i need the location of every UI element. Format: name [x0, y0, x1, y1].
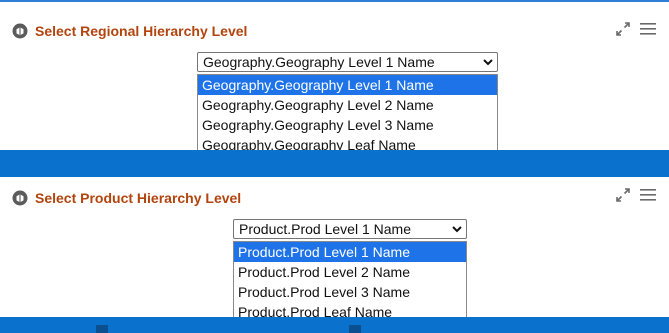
- hierarchy-level-select[interactable]: Geography.Geography Level 1 Name Geograp…: [197, 52, 498, 156]
- menu-icon[interactable]: [640, 22, 656, 41]
- chevron-down-icon: [452, 226, 462, 233]
- dropdown-option[interactable]: Geography.Geography Level 2 Name: [198, 95, 497, 115]
- select-current-value[interactable]: Product.Prod Level 1 Name: [233, 219, 467, 239]
- panel-title: Select Regional Hierarchy Level: [35, 23, 248, 39]
- dropdown-options: Geography.Geography Level 1 Name Geograp…: [197, 74, 498, 156]
- hierarchy-level-select[interactable]: Product.Prod Level 1 Name Product.Prod L…: [233, 219, 467, 323]
- chevron-down-icon: [483, 59, 493, 66]
- dropdown-option[interactable]: Geography.Geography Level 3 Name: [198, 115, 497, 135]
- select-current-value[interactable]: Geography.Geography Level 1 Name: [197, 52, 498, 72]
- info-circle-icon[interactable]: [12, 190, 28, 206]
- dropdown-options: Product.Prod Level 1 Name Product.Prod L…: [233, 241, 467, 323]
- panel-controls: [616, 188, 666, 207]
- dropdown-option[interactable]: Product.Prod Level 3 Name: [234, 282, 466, 302]
- section-divider-band: [0, 317, 669, 333]
- dropdown-option[interactable]: Product.Prod Level 2 Name: [234, 262, 466, 282]
- info-circle-icon[interactable]: [12, 23, 28, 39]
- band-tab-marker: [349, 325, 361, 333]
- panel-header: Select Product Hierarchy Level: [12, 188, 241, 208]
- dropdown-option[interactable]: Geography.Geography Level 1 Name: [198, 75, 497, 95]
- expand-icon[interactable]: [616, 22, 630, 41]
- expand-icon[interactable]: [616, 188, 630, 207]
- band-tab-marker: [96, 325, 108, 333]
- product-hierarchy-panel: Select Product Hierarchy Level Product.P…: [0, 177, 669, 323]
- panel-header: Select Regional Hierarchy Level: [12, 21, 247, 41]
- regional-hierarchy-panel: Select Regional Hierarchy Level Geograph…: [0, 2, 669, 156]
- dropdown-option[interactable]: Product.Prod Level 1 Name: [234, 242, 466, 262]
- section-divider-band: [0, 150, 669, 177]
- panel-title: Select Product Hierarchy Level: [35, 190, 242, 206]
- panel-controls: [616, 22, 666, 41]
- menu-icon[interactable]: [640, 188, 656, 207]
